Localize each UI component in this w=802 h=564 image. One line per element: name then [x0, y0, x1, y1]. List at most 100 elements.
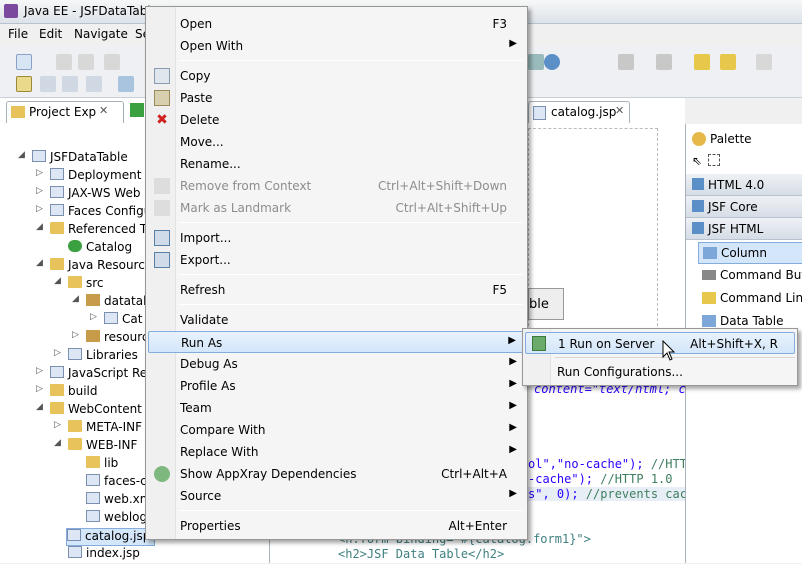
menu-item-paste[interactable]: Paste: [148, 87, 525, 109]
tree-item[interactable]: Catalog: [68, 240, 132, 258]
column-icon: [703, 247, 717, 259]
menu-item-rename[interactable]: Rename...: [148, 153, 525, 175]
layout-icon[interactable]: [16, 76, 32, 92]
code-line: -cache"); //HTTP 1.0: [528, 472, 673, 486]
landmark-icon: [154, 200, 170, 216]
palette-drawer-html4[interactable]: HTML 4.0: [686, 174, 802, 196]
menu-item-properties[interactable]: Properties Alt+Enter: [148, 515, 525, 537]
close-icon[interactable]: ✕: [99, 104, 108, 117]
console-icon[interactable]: [86, 76, 102, 92]
tab-project-explorer[interactable]: Project Exp ✕: [6, 101, 124, 123]
save-all-icon[interactable]: [78, 54, 94, 70]
globe-icon[interactable]: [544, 54, 560, 70]
users-icon[interactable]: [118, 76, 134, 92]
tree-item[interactable]: lib: [86, 456, 118, 474]
menu-separator: [178, 222, 523, 223]
menu-item-open-with[interactable]: Open With ▶: [148, 35, 525, 57]
menu-item-profile-as[interactable]: Profile As ▶: [148, 375, 525, 397]
menu-separator: [178, 60, 523, 61]
menu-item-run-configurations[interactable]: Run Configurations...: [525, 361, 795, 383]
tab-label: Project Exp: [29, 105, 97, 119]
menu-navigate[interactable]: Navigate: [74, 27, 128, 41]
new-icon[interactable]: [16, 54, 32, 70]
drawer-icon: [692, 200, 704, 212]
tree-item[interactable]: ▷ Faces Configu: [36, 204, 151, 222]
tab-catalog-jsp[interactable]: catalog.jsp ✕: [528, 101, 630, 123]
save-icon[interactable]: [56, 54, 72, 70]
menu-item-replace-with[interactable]: Replace With ▶: [148, 441, 525, 463]
palette-header: Palette: [686, 128, 802, 150]
tree-item[interactable]: ▷ build: [36, 384, 98, 402]
menu-item-validate[interactable]: Validate: [148, 309, 525, 331]
tree-item[interactable]: ▷ META-INF: [54, 420, 142, 438]
tree-item-selected[interactable]: catalog.jsp: [66, 528, 156, 546]
export-icon: [154, 252, 170, 268]
palette-drawer-jsf-html[interactable]: JSF HTML: [686, 218, 802, 240]
palette-item-column[interactable]: Column: [698, 242, 802, 264]
menu-item-export[interactable]: Export...: [148, 249, 525, 271]
view-icon[interactable]: [40, 76, 56, 92]
close-icon[interactable]: ✕: [615, 104, 624, 117]
last-edit-icon[interactable]: [694, 54, 710, 70]
marquee-tool-icon[interactable]: [708, 154, 720, 166]
tree-item[interactable]: weblog: [86, 510, 147, 528]
menu-item-team[interactable]: Team ▶: [148, 397, 525, 419]
menu-item-run-on-server[interactable]: 1 Run on Server Alt+Shift+X, R: [525, 332, 795, 354]
tree-item[interactable]: index.jsp: [68, 546, 140, 564]
run-as-submenu: 1 Run on Server Alt+Shift+X, R Run Confi…: [522, 328, 798, 386]
tree-item[interactable]: ◢ src: [54, 276, 104, 294]
tree-item[interactable]: ▷ JavaScript Res: [36, 366, 153, 384]
menu-item-source[interactable]: Source ▶: [148, 485, 525, 507]
tree-item[interactable]: ◢ datatab: [72, 294, 151, 312]
menu-item-mark-as-landmark: Mark as Landmark Ctrl+Alt+Shift+Up: [148, 197, 525, 219]
tree-item[interactable]: ▷ Cat: [90, 312, 142, 330]
link-icon: [702, 292, 716, 304]
menu-item-compare-with[interactable]: Compare With ▶: [148, 419, 525, 441]
tree-item[interactable]: web.xm: [86, 492, 151, 510]
menu-item-refresh[interactable]: Refresh F5: [148, 279, 525, 301]
menu-item-run-as[interactable]: Run As ▶: [148, 331, 525, 353]
menu-item-remove-from-context: Remove from Context Ctrl+Alt+Shift+Down: [148, 175, 525, 197]
import-icon: [154, 230, 170, 246]
app-icon: [4, 4, 18, 18]
tree-item[interactable]: ▷ JAX-WS Web S: [36, 186, 152, 204]
tree-item[interactable]: ◢ WebContent: [36, 402, 142, 420]
next-annotation-icon[interactable]: [618, 54, 634, 70]
menu-item-show-appxray[interactable]: Show AppXray Dependencies Ctrl+Alt+A: [148, 463, 525, 485]
menu-item-delete[interactable]: ✖ Delete: [148, 109, 525, 131]
submenu-arrow-icon: ▶: [509, 378, 517, 389]
tree-item[interactable]: ◢ JSFDataTable: [18, 150, 128, 168]
menu-item-copy[interactable]: Copy: [148, 65, 525, 87]
tree-item[interactable]: ◢ WEB-INF: [54, 438, 137, 456]
select-tool-icon[interactable]: ⇖: [692, 154, 702, 168]
forward-icon[interactable]: [756, 54, 772, 70]
tree-item[interactable]: ◢ Referenced Ty: [36, 222, 152, 240]
paste-icon: [154, 90, 170, 106]
tree-item[interactable]: ▷ resourc: [72, 330, 149, 348]
palette-item-command-link[interactable]: Command Link: [698, 288, 802, 310]
image-icon[interactable]: [62, 76, 78, 92]
menu-edit[interactable]: Edit: [39, 27, 62, 41]
print-icon[interactable]: [104, 54, 120, 70]
menu-item-open[interactable]: Open F3: [148, 13, 525, 35]
tree-item[interactable]: ▷ Libraries: [54, 348, 138, 366]
menu-separator: [178, 304, 523, 305]
back-icon[interactable]: [720, 54, 736, 70]
palette-drawer-jsf-core[interactable]: JSF Core: [686, 196, 802, 218]
package-view-icon[interactable]: [130, 103, 144, 117]
tree-item[interactable]: faces-c: [86, 474, 147, 492]
run-icon[interactable]: [528, 54, 544, 70]
table-icon: [702, 315, 716, 327]
menu-item-move[interactable]: Move...: [148, 131, 525, 153]
submenu-arrow-icon: ▶: [508, 335, 516, 346]
menu-file[interactable]: File: [8, 27, 28, 41]
design-button[interactable]: ble: [528, 288, 564, 320]
menu-item-debug-as[interactable]: Debug As ▶: [148, 353, 525, 375]
tree-item[interactable]: ▷ Deployment D: [36, 168, 154, 186]
tree-item[interactable]: ◢ Java Resource: [36, 258, 152, 276]
menu-item-import[interactable]: Import...: [148, 227, 525, 249]
submenu-arrow-icon: ▶: [509, 488, 517, 499]
prev-annotation-icon[interactable]: [656, 54, 672, 70]
submenu-arrow-icon: ▶: [509, 400, 517, 411]
palette-item-command-button[interactable]: Command Butt: [698, 265, 802, 287]
